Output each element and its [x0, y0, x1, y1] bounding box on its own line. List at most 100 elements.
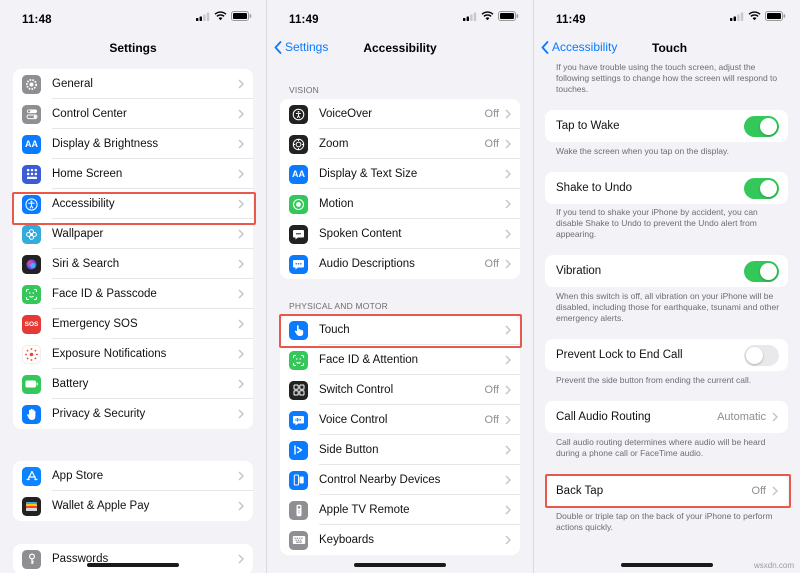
toggle-knob [760, 179, 777, 197]
row-label: Spoken Content [319, 228, 402, 240]
row-label: Zoom [319, 138, 349, 150]
row-value: Off [484, 384, 499, 396]
row-label: Emergency SOS [52, 318, 138, 330]
home-indicator [621, 563, 713, 567]
row-label: Switch Control [319, 384, 394, 396]
chevron-right-icon [505, 139, 511, 149]
row-label: Voice Control [319, 414, 388, 426]
tap-to-wake-label: Tap to Wake [556, 120, 620, 132]
row-label: Wallet & Apple Pay [52, 500, 150, 512]
prevent-lock-cell: Prevent Lock to End Call [545, 339, 788, 371]
row-voice-control[interactable]: Voice Control Off [280, 405, 520, 435]
call-audio-routing-cell[interactable]: Call Audio Routing Automatic [545, 401, 788, 433]
row-label: Home Screen [52, 168, 123, 180]
chevron-right-icon [238, 379, 244, 389]
chevron-right-icon [505, 169, 511, 179]
chevron-right-icon [505, 325, 511, 335]
row-side-button[interactable]: Side Button [280, 435, 520, 465]
row-keyboards[interactable]: Keyboards [280, 525, 520, 555]
back-tap-cell[interactable]: Back Tap Off [545, 475, 788, 507]
wifi-icon [214, 11, 227, 21]
voice-control-icon [289, 410, 308, 430]
settings-row-wallpaper[interactable]: Wallpaper [13, 219, 253, 249]
back-button[interactable]: Accessibility [541, 40, 617, 54]
row-spoken-content[interactable]: Spoken Content [280, 219, 520, 249]
vibration-toggle[interactable] [744, 260, 779, 282]
row-label: General [52, 78, 93, 90]
chevron-right-icon [505, 535, 511, 545]
row-label: Motion [319, 198, 354, 210]
chevron-right-icon [238, 229, 244, 239]
row-motion[interactable]: Motion [280, 189, 520, 219]
cellular-signal-icon [730, 12, 744, 21]
physical-motor-group: Touch Face ID & Attention Switch Control… [280, 315, 520, 555]
navigation-bar: Settings Accessibility [267, 38, 533, 58]
toggle-knob [760, 262, 777, 280]
chevron-right-icon [505, 199, 511, 209]
page-title: Settings [109, 41, 157, 55]
settings-row-home-screen[interactable]: Home Screen [13, 159, 253, 189]
chevron-right-icon [505, 109, 511, 119]
status-time: 11:49 [556, 14, 586, 26]
chevron-right-icon [238, 349, 244, 359]
row-face-id-attention[interactable]: Face ID & Attention [280, 345, 520, 375]
home-grid-icon [22, 164, 41, 184]
settings-group-main: General Control Center AA Display & Brigh… [13, 69, 253, 429]
settings-row-siri-search[interactable]: Siri & Search [13, 249, 253, 279]
row-voiceover[interactable]: VoiceOver Off [280, 99, 520, 129]
chevron-right-icon [772, 412, 778, 422]
flower-icon [22, 224, 41, 244]
tap-to-wake-toggle[interactable] [744, 115, 779, 137]
row-label: Wallpaper [52, 228, 104, 240]
chevron-right-icon [238, 169, 244, 179]
chevron-right-icon [238, 289, 244, 299]
shake-to-undo-note: If you tend to shake your iPhone by acci… [556, 207, 758, 239]
row-control-nearby-devices[interactable]: Control Nearby Devices [280, 465, 520, 495]
settings-row-emergency-sos[interactable]: SOS Emergency SOS [13, 309, 253, 339]
home-indicator [87, 563, 179, 567]
navigation-bar: Settings [0, 38, 266, 58]
settings-row-general[interactable]: General [13, 69, 253, 99]
chevron-right-icon [238, 409, 244, 419]
settings-row-exposure[interactable]: Exposure Notifications [13, 339, 253, 369]
settings-row-display-brightness[interactable]: AA Display & Brightness [13, 129, 253, 159]
row-audio-descriptions[interactable]: Audio Descriptions Off [280, 249, 520, 279]
battery-icon [22, 374, 41, 394]
settings-row-battery[interactable]: Battery [13, 369, 253, 399]
row-label: Apple TV Remote [319, 504, 410, 516]
settings-row-face-id[interactable]: Face ID & Passcode [13, 279, 253, 309]
siri-icon [22, 254, 41, 274]
chevron-right-icon [238, 79, 244, 89]
row-display-text-size[interactable]: AA Display & Text Size [280, 159, 520, 189]
status-bar: 11:48 [22, 10, 252, 26]
row-label: Siri & Search [52, 258, 120, 270]
row-zoom[interactable]: Zoom Off [280, 129, 520, 159]
prevent-lock-toggle[interactable] [744, 344, 779, 366]
settings-row-app-store[interactable]: App Store [13, 461, 253, 491]
settings-row-control-center[interactable]: Control Center [13, 99, 253, 129]
side-button-icon [289, 440, 308, 460]
row-value: Off [484, 108, 499, 120]
accessibility-icon [22, 194, 41, 214]
settings-row-accessibility[interactable]: Accessibility [13, 189, 253, 219]
settings-row-privacy[interactable]: Privacy & Security [13, 399, 253, 429]
row-switch-control[interactable]: Switch Control Off [280, 375, 520, 405]
back-tap-label: Back Tap [556, 485, 604, 497]
row-touch[interactable]: Touch [280, 315, 520, 345]
keyboard-icon [289, 530, 308, 550]
chevron-right-icon [505, 415, 511, 425]
shake-to-undo-toggle[interactable] [744, 177, 779, 199]
vibration-label: Vibration [556, 265, 602, 277]
chevron-right-icon [772, 486, 778, 496]
settings-row-passwords[interactable]: Passwords [13, 544, 253, 573]
row-apple-tv-remote[interactable]: Apple TV Remote [280, 495, 520, 525]
settings-row-wallet[interactable]: Wallet & Apple Pay [13, 491, 253, 521]
status-bar: 11:49 [556, 10, 786, 26]
status-icons [730, 11, 786, 21]
call-audio-routing-value: Automatic [717, 411, 766, 423]
motion-icon [289, 194, 308, 214]
hand-icon [22, 404, 41, 424]
vibration-cell: Vibration [545, 255, 788, 287]
shake-to-undo-label: Shake to Undo [556, 182, 633, 194]
nearby-devices-icon [289, 470, 308, 490]
